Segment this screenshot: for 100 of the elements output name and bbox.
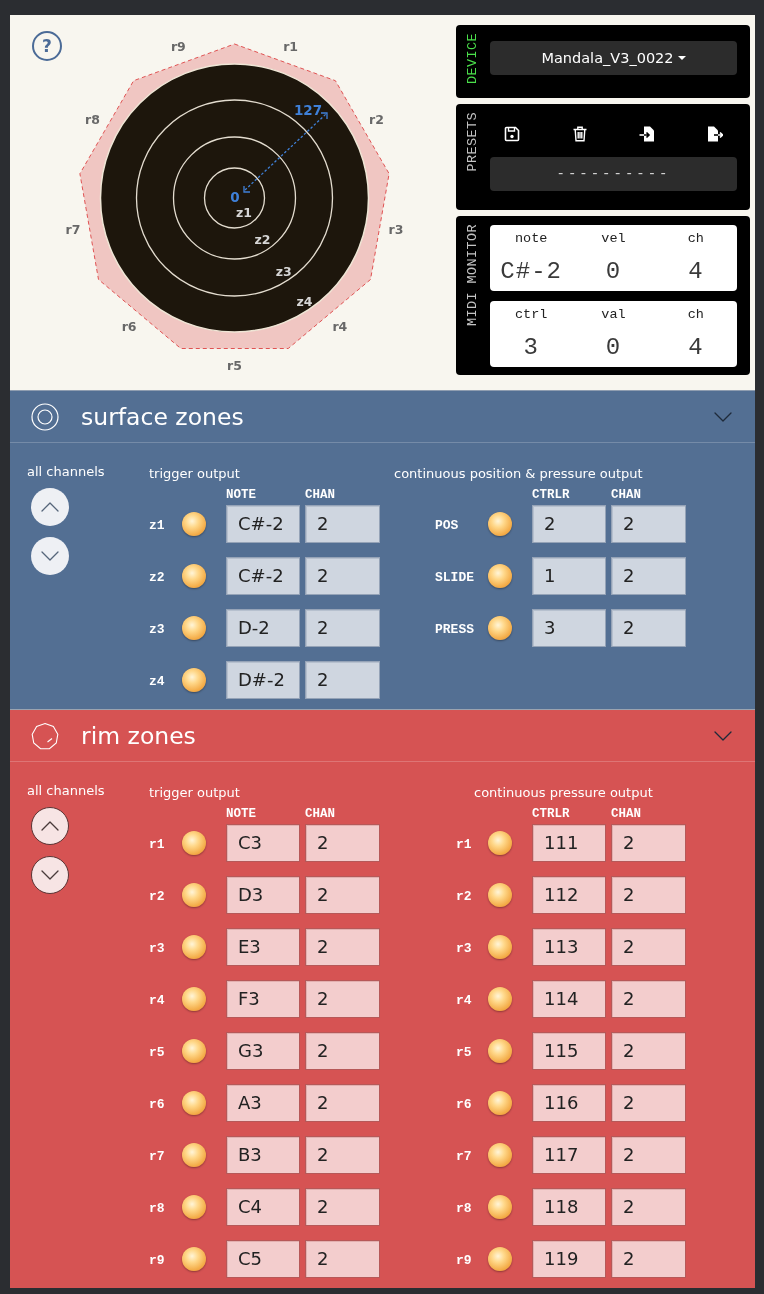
range-max-label: 127	[293, 102, 323, 118]
channel-down-button[interactable]	[31, 856, 69, 894]
controller-field[interactable]: 116	[532, 1084, 606, 1122]
zone-label: r5	[456, 1045, 472, 1060]
controller-field[interactable]: 118	[532, 1188, 606, 1226]
zone-label: POS	[435, 518, 459, 533]
led-icon	[182, 1247, 206, 1271]
led-icon	[182, 1195, 206, 1219]
chevron-up-icon	[41, 821, 59, 831]
readout-value: 4	[688, 336, 704, 360]
note-field[interactable]: C#-2	[226, 505, 300, 543]
led-icon	[488, 1039, 512, 1063]
channel-field[interactable]: 2	[611, 505, 686, 543]
rim-zone-label: r4	[332, 319, 348, 335]
channel-field[interactable]: 2	[305, 557, 380, 595]
note-field[interactable]: D3	[226, 876, 300, 914]
channel-field[interactable]: 2	[305, 824, 380, 862]
chevron-down-icon[interactable]	[714, 411, 732, 422]
channel-field[interactable]: 2	[611, 1084, 686, 1122]
channel-field[interactable]: 2	[611, 557, 686, 595]
channel-field[interactable]: 2	[611, 1136, 686, 1174]
controller-field[interactable]: 3	[532, 609, 606, 647]
channel-field[interactable]: 2	[611, 980, 686, 1018]
note-field[interactable]: A3	[226, 1084, 300, 1122]
zone-label: r8	[149, 1201, 165, 1216]
note-field[interactable]: D#-2	[226, 661, 300, 699]
note-field[interactable]: C5	[226, 1240, 300, 1278]
led-icon	[182, 935, 206, 959]
channel-field[interactable]: 2	[305, 609, 380, 647]
trash-can-icon[interactable]	[571, 126, 588, 142]
controller-field[interactable]: 113	[532, 928, 606, 966]
zone-label: z1	[236, 204, 252, 220]
readout-label: note	[514, 232, 548, 246]
zone-label: r3	[149, 941, 165, 956]
readout-label: ch	[687, 308, 704, 322]
channel-field[interactable]: 2	[611, 1188, 686, 1226]
note-field[interactable]: F3	[226, 980, 300, 1018]
column-group-title: trigger output	[149, 465, 240, 483]
channel-field[interactable]: 2	[305, 980, 380, 1018]
channel-field[interactable]: 2	[611, 1240, 686, 1278]
channel-field[interactable]: 2	[305, 1188, 380, 1226]
note-field[interactable]: B3	[226, 1136, 300, 1174]
channel-up-button[interactable]	[31, 807, 69, 845]
panel-label: MIDI MONITOR	[466, 224, 480, 327]
zone-label: r8	[456, 1201, 472, 1216]
zone-label: z4	[296, 294, 313, 310]
channel-down-button[interactable]	[31, 537, 69, 575]
readout-value: 4	[688, 260, 704, 284]
channel-field[interactable]: 2	[305, 928, 380, 966]
chevron-down-icon	[41, 870, 59, 880]
preset-name-field[interactable]: ----------	[490, 157, 737, 191]
chevron-down-icon	[41, 551, 59, 561]
channel-field[interactable]: 2	[305, 505, 380, 543]
led-icon	[488, 564, 512, 588]
column-group-title: continuous position & pressure output	[394, 465, 643, 483]
channel-field[interactable]: 2	[305, 876, 380, 914]
led-icon	[488, 935, 512, 959]
note-field[interactable]: E3	[226, 928, 300, 966]
readout-value: C#-2	[500, 260, 562, 284]
zone-label: r9	[149, 1253, 165, 1268]
led-icon	[488, 1143, 512, 1167]
channel-field[interactable]: 2	[305, 1032, 380, 1070]
channel-field[interactable]: 2	[611, 609, 686, 647]
controller-field[interactable]: 111	[532, 824, 606, 862]
controller-field[interactable]: 117	[532, 1136, 606, 1174]
channel-field[interactable]: 2	[611, 928, 686, 966]
controller-field[interactable]: 2	[532, 505, 606, 543]
panel-label: PRESETS	[466, 112, 480, 172]
controller-field[interactable]: 1	[532, 557, 606, 595]
file-arrow-in-icon[interactable]	[639, 126, 656, 142]
column-header: CHAN	[305, 807, 335, 821]
controller-field[interactable]: 115	[532, 1032, 606, 1070]
controller-field[interactable]: 112	[532, 876, 606, 914]
file-arrow-out-icon[interactable]	[706, 126, 723, 142]
controller-field[interactable]: 114	[532, 980, 606, 1018]
zone-label: z3	[149, 622, 165, 637]
controller-field[interactable]: 119	[532, 1240, 606, 1278]
channel-field[interactable]: 2	[611, 824, 686, 862]
column-header: CTRLR	[532, 488, 571, 502]
rim-zone-label: r3	[388, 222, 404, 237]
channel-field[interactable]: 2	[611, 1032, 686, 1070]
note-field[interactable]: D-2	[226, 609, 300, 647]
help-button[interactable]: ?	[32, 31, 62, 61]
channel-field[interactable]: 2	[305, 661, 380, 699]
note-field[interactable]: C3	[226, 824, 300, 862]
device-dropdown[interactable]: Mandala_V3_0022	[490, 41, 737, 75]
channel-up-button[interactable]	[31, 488, 69, 526]
note-field[interactable]: C#-2	[226, 557, 300, 595]
column-header: CHAN	[305, 488, 335, 502]
led-icon	[488, 1091, 512, 1115]
chevron-down-icon[interactable]	[714, 730, 732, 741]
channel-field[interactable]: 2	[305, 1240, 380, 1278]
channel-field[interactable]: 2	[305, 1136, 380, 1174]
zone-label: z1	[149, 518, 165, 533]
channel-field[interactable]: 2	[305, 1084, 380, 1122]
note-field[interactable]: C4	[226, 1188, 300, 1226]
zone-label: z2	[149, 570, 165, 585]
readout-label: ctrl	[514, 308, 548, 322]
note-field[interactable]: G3	[226, 1032, 300, 1070]
channel-field[interactable]: 2	[611, 876, 686, 914]
